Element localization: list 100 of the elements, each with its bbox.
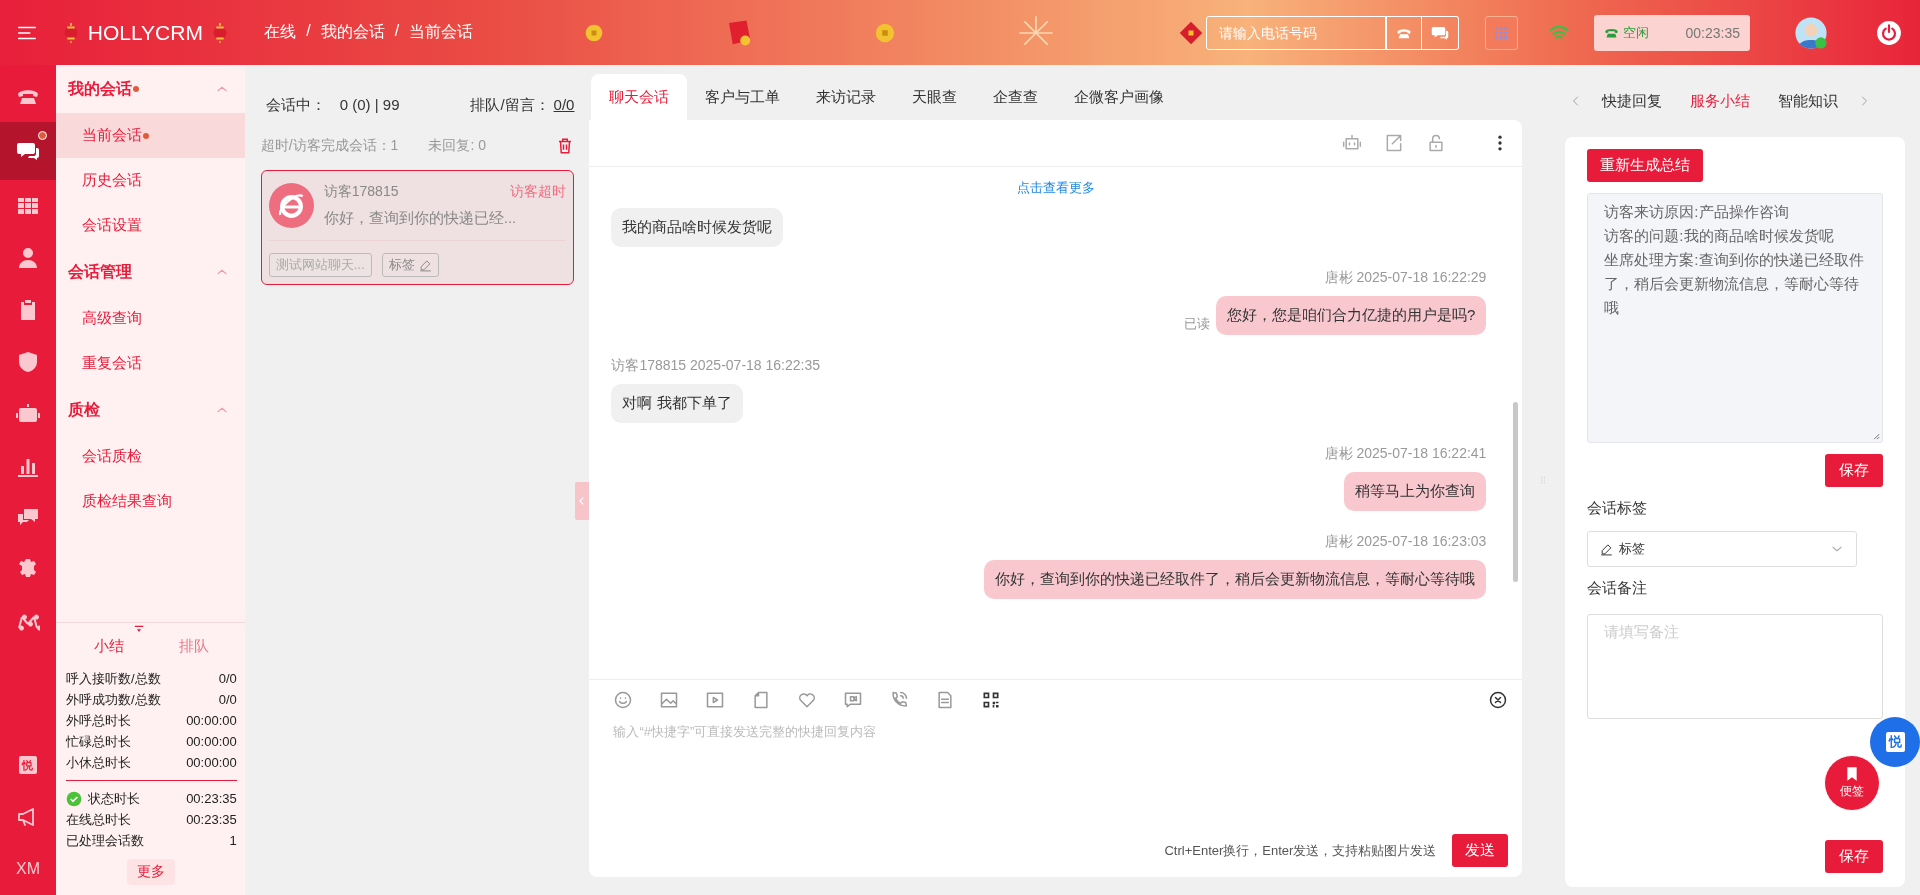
side-tab[interactable]: 智能知识 bbox=[1764, 91, 1853, 111]
breadcrumb-item[interactable]: 我的会话 bbox=[320, 22, 385, 43]
nav-item-label: 会话设置 bbox=[81, 216, 142, 235]
stat-label: 状态时长 bbox=[87, 789, 140, 808]
regenerate-button[interactable]: 重新生成总结 bbox=[1587, 149, 1704, 182]
nav-item[interactable]: 重复会话 bbox=[55, 341, 245, 386]
stat-label: 外呼总时长 bbox=[65, 711, 131, 730]
message-bubble: 你好，查询到你的快递已经取件了，稍后会更新物流信息，等耐心等待哦 bbox=[984, 560, 1487, 599]
summary-text-area[interactable]: 访客来访原因:产品操作咨询 访客的问题:我的商品啥时候发货呢 坐席处理方案:查询到你的快递已经取件了，稍后会更新物流信息，等耐心等待哦 bbox=[1587, 193, 1883, 443]
more-button[interactable]: 更多 bbox=[127, 859, 176, 885]
summary-tab[interactable]: 小结 bbox=[65, 631, 152, 662]
finished-count: 超时/访客完成会话：1 bbox=[260, 137, 399, 155]
stat-value: 0/0 bbox=[218, 671, 237, 686]
field-label: 会话标签 bbox=[1587, 499, 1649, 518]
power-icon[interactable] bbox=[1876, 19, 1902, 46]
tag-select[interactable]: 标签 bbox=[1587, 531, 1858, 567]
browser-icon bbox=[268, 183, 314, 228]
stat-label: 在线总时长 bbox=[65, 810, 131, 829]
stat-label: 外呼成功数/总数 bbox=[65, 690, 161, 709]
side-tab[interactable]: 服务小结 bbox=[1676, 91, 1765, 111]
breadcrumb-item: 当前会话 bbox=[409, 22, 474, 42]
stat-value: 1 bbox=[229, 833, 237, 848]
nav-item-label: 重复会话 bbox=[81, 354, 142, 373]
send-hint: Ctrl+Enter换行，Enter发送，支持粘贴图片发送 bbox=[1164, 841, 1437, 860]
nav-item-label: 会话质检 bbox=[81, 447, 142, 466]
message-bubble: 对啊 我都下单了 bbox=[611, 384, 743, 423]
stat-label: 小休总时长 bbox=[65, 753, 131, 772]
message-meta: 访客178815 2025-07-18 16:22:35 bbox=[611, 357, 820, 375]
summary-line: 访客的问题:我的商品啥时候发货呢 bbox=[1604, 226, 1835, 246]
stat-value: 00:00:00 bbox=[186, 755, 237, 770]
coin-icon bbox=[583, 22, 604, 43]
sidebar-label[interactable]: XM bbox=[15, 860, 40, 878]
unreplied-count: 未回复: 0 bbox=[428, 137, 486, 155]
phone-call-icon[interactable] bbox=[889, 690, 910, 710]
nav-item[interactable]: 会话质检 bbox=[55, 434, 245, 479]
emoji-icon[interactable] bbox=[613, 690, 634, 710]
save-button[interactable]: 保存 bbox=[1825, 454, 1883, 487]
stat-label: 呼入接听数/总数 bbox=[65, 669, 161, 688]
app-tile[interactable]: 悦 bbox=[18, 756, 37, 774]
queue-link[interactable]: 0/0 bbox=[553, 96, 575, 115]
tag-button[interactable]: 标签 bbox=[381, 253, 439, 277]
scrollbar[interactable] bbox=[1513, 402, 1519, 582]
summary-line: 坐席处理方案:查询到你的快递已经取件了，稍后会更新物流信息，等耐心等待哦 bbox=[1604, 250, 1865, 318]
stat-label: 已处理会话数 bbox=[65, 831, 144, 850]
nav-group[interactable]: 我的会话 bbox=[55, 65, 245, 113]
nav-item[interactable]: 质检结果查询 bbox=[55, 479, 245, 524]
send-button[interactable]: 发送 bbox=[1452, 834, 1509, 867]
nav-item-label: 历史会话 bbox=[81, 171, 142, 190]
summary-tab[interactable]: 排队 bbox=[151, 631, 237, 662]
message-button[interactable] bbox=[1422, 15, 1459, 50]
video-message-icon[interactable] bbox=[843, 690, 864, 710]
visitor-name: 访客178815 bbox=[323, 183, 399, 201]
status-label: 空闲 bbox=[1622, 23, 1649, 42]
breadcrumb-separator: / bbox=[306, 22, 311, 41]
chat-tab[interactable]: 聊天会话 bbox=[591, 74, 688, 120]
phone-number-field[interactable]: 请输入电话号码 bbox=[1205, 15, 1386, 50]
chat-tab[interactable]: 客户与工单 bbox=[687, 74, 799, 120]
active-count-label: 会话中： bbox=[265, 96, 326, 115]
nav-item[interactable]: 当前会话 bbox=[55, 113, 245, 158]
chat-tab[interactable]: 企查查 bbox=[975, 74, 1057, 120]
stat-value: 00:00:00 bbox=[186, 713, 237, 728]
avatar-icon[interactable] bbox=[1794, 15, 1828, 50]
nav-item[interactable]: 会话设置 bbox=[55, 203, 245, 248]
breadcrumb-item[interactable]: 在线 bbox=[264, 22, 297, 43]
heart-icon[interactable] bbox=[797, 690, 818, 710]
robot-icon[interactable] bbox=[1342, 133, 1363, 153]
stat-value: 00:00:00 bbox=[186, 734, 237, 749]
image-icon[interactable] bbox=[659, 690, 680, 710]
nav-item-label: 质检结果查询 bbox=[81, 492, 172, 511]
nav-item[interactable]: 历史会话 bbox=[55, 158, 245, 203]
message-meta: 唐彬 2025-07-18 16:22:29 bbox=[1324, 269, 1487, 287]
floating-assistant-button[interactable]: 悦 bbox=[1870, 717, 1920, 767]
nav-group[interactable]: 会话管理 bbox=[55, 248, 245, 296]
nav-group[interactable]: 质检 bbox=[55, 386, 245, 434]
pencil-icon bbox=[1600, 542, 1614, 556]
stat-value: 00:23:35 bbox=[186, 791, 237, 806]
chat-tab[interactable]: 企微客户画像 bbox=[1056, 74, 1183, 120]
close-icon[interactable] bbox=[1488, 690, 1509, 710]
sidebar-item[interactable] bbox=[0, 122, 56, 180]
side-tab[interactable]: 快捷回复 bbox=[1588, 91, 1677, 111]
qr-code-icon[interactable] bbox=[981, 690, 1002, 710]
chat-tab[interactable]: 来访记录 bbox=[798, 74, 895, 120]
save-button[interactable]: 保存 bbox=[1825, 840, 1883, 873]
select-value: 标签 bbox=[1619, 540, 1646, 558]
chat-tab[interactable]: 天眼查 bbox=[894, 74, 976, 120]
video-icon[interactable] bbox=[705, 690, 726, 710]
pencil-icon bbox=[418, 258, 432, 272]
collapse-handle[interactable] bbox=[575, 482, 590, 520]
dialpad-button[interactable] bbox=[1484, 15, 1518, 50]
agent-status[interactable]: 空闲 00:23:35 bbox=[1593, 14, 1750, 51]
coin-icon bbox=[873, 21, 896, 44]
call-button[interactable] bbox=[1385, 15, 1423, 50]
breadcrumb-separator: / bbox=[394, 22, 400, 41]
load-more-link[interactable]: 点击查看更多 bbox=[1010, 178, 1101, 198]
nav-item[interactable]: 高级查询 bbox=[55, 296, 245, 341]
conversation-card[interactable]: 访客178815 访客超时 你好，查询到你的快递已经... 测试网站聊天... 标签 bbox=[260, 170, 575, 285]
nav-item-label: 当前会话 bbox=[81, 126, 142, 145]
field-label: 会话备注 bbox=[1587, 579, 1649, 598]
nav-group-label: 质检 bbox=[67, 399, 100, 420]
queue-label: 排队/留言： bbox=[470, 96, 550, 115]
